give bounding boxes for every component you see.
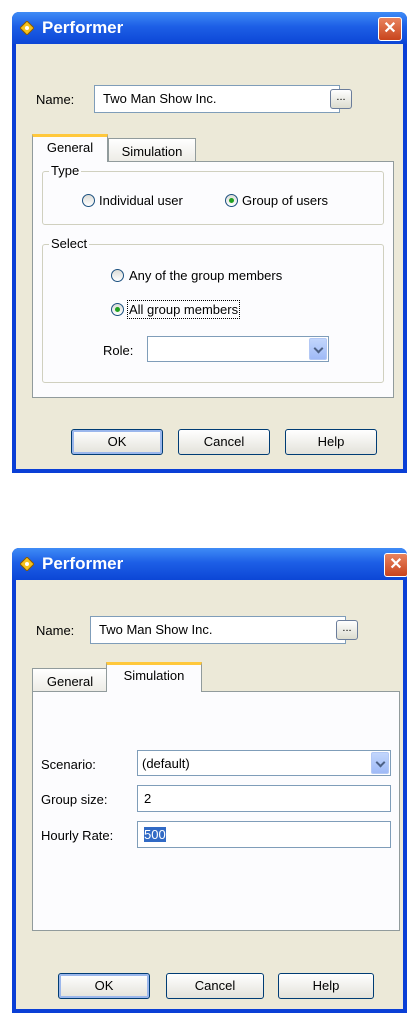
help-button[interactable]: Help (285, 429, 377, 455)
any-member-label[interactable]: Any of the group members (129, 268, 282, 283)
performer-icon (20, 21, 34, 35)
any-member-radio[interactable] (111, 269, 124, 282)
select-group: Select Any of the group members All grou… (42, 236, 384, 383)
performer-dialog-simulation: Performer ✕ Name: Two Man Show Inc. ... … (12, 548, 407, 1013)
role-label: Role: (103, 343, 134, 358)
dialog-title: Performer (42, 554, 124, 573)
performer-dialog-general: Performer ✕ Name: Two Man Show Inc. ... … (12, 12, 407, 473)
name-field[interactable]: Two Man Show Inc. (94, 85, 340, 113)
name-field[interactable]: Two Man Show Inc. (90, 616, 346, 644)
ok-button[interactable]: OK (58, 973, 150, 999)
hourly-rate-label: Hourly Rate: (41, 828, 114, 843)
close-button[interactable]: ✕ (384, 553, 407, 577)
close-icon: ✕ (389, 556, 403, 573)
close-button[interactable]: ✕ (378, 17, 402, 41)
browse-button[interactable]: ... (336, 620, 358, 640)
name-label: Name: (36, 623, 75, 638)
scenario-value: (default) (142, 756, 190, 771)
tab-panel-simulation: Scenario: (default) Group size: 2 Hourly… (32, 691, 400, 931)
individual-user-label[interactable]: Individual user (99, 193, 183, 208)
role-select[interactable] (147, 336, 329, 362)
group-size-label: Group size: (41, 792, 108, 807)
group-size-field[interactable]: 2 (137, 785, 391, 812)
scenario-label: Scenario: (41, 757, 96, 772)
group-of-users-radio[interactable] (225, 194, 238, 207)
group-of-users-label[interactable]: Group of users (242, 193, 328, 208)
all-members-radio[interactable] (111, 303, 124, 316)
tab-panel-general: Type Individual user Group of users Sele… (32, 161, 394, 398)
browse-button[interactable]: ... (330, 89, 352, 109)
performer-icon (20, 557, 34, 571)
ok-button[interactable]: OK (71, 429, 163, 455)
cancel-button[interactable]: Cancel (166, 973, 264, 999)
chevron-down-icon[interactable] (309, 338, 327, 360)
select-legend: Select (49, 236, 90, 251)
individual-user-radio[interactable] (82, 194, 95, 207)
tab-general[interactable]: General (32, 134, 108, 162)
help-button[interactable]: Help (278, 973, 374, 999)
type-legend: Type (49, 163, 82, 178)
cancel-button[interactable]: Cancel (178, 429, 270, 455)
all-members-label[interactable]: All group members (126, 300, 241, 319)
chevron-down-icon[interactable] (371, 752, 389, 774)
title-bar[interactable]: Performer ✕ (12, 548, 407, 580)
type-group: Type Individual user Group of users (42, 163, 384, 225)
hourly-rate-value: 500 (144, 827, 166, 842)
dialog-body: Name: Two Man Show Inc. ... General Simu… (16, 580, 403, 1009)
close-icon: ✕ (383, 20, 397, 37)
title-bar[interactable]: Performer ✕ (12, 12, 407, 44)
dialog-body: Name: Two Man Show Inc. ... General Simu… (16, 44, 403, 469)
scenario-select[interactable]: (default) (137, 750, 391, 776)
hourly-rate-field[interactable]: 500 (137, 821, 391, 848)
tab-general[interactable]: General (32, 668, 108, 692)
tab-simulation[interactable]: Simulation (108, 138, 196, 162)
name-label: Name: (36, 92, 75, 107)
dialog-title: Performer (42, 18, 124, 37)
tab-simulation[interactable]: Simulation (106, 662, 202, 692)
